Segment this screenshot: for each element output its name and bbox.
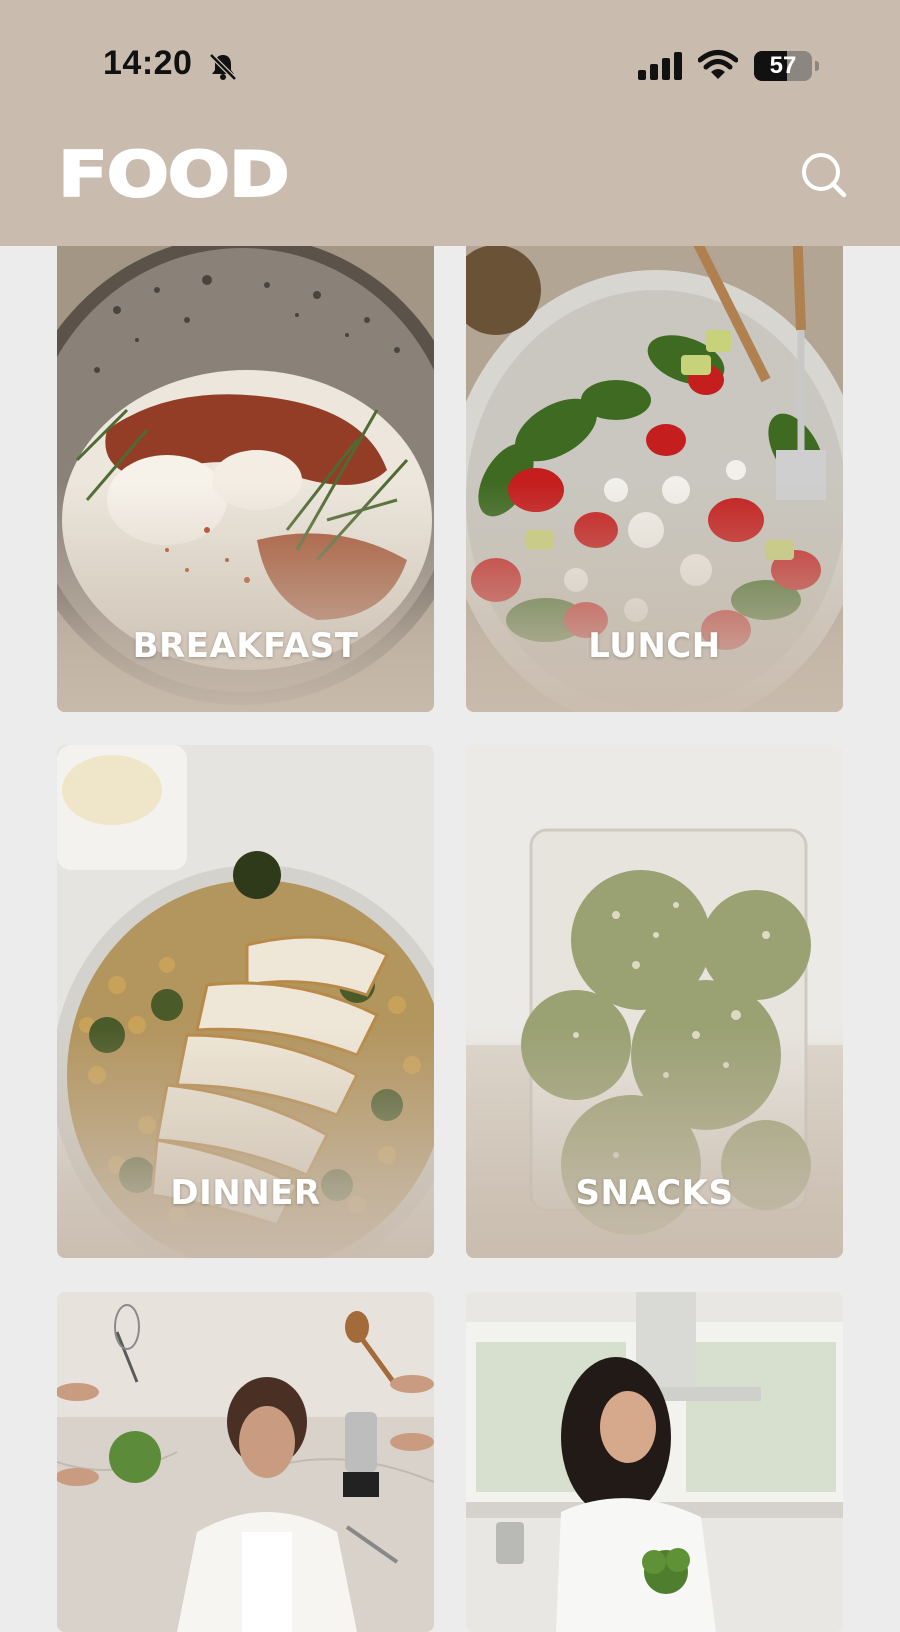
search-icon[interactable] — [800, 151, 848, 199]
label-gradient — [57, 1027, 434, 1258]
woman-with-broccoli-photo — [466, 1292, 843, 1632]
battery-percent: 57 — [769, 52, 797, 79]
bell-slash-icon — [209, 53, 237, 81]
app-header: 14:20 57 FOOD — [0, 0, 900, 246]
cellular-signal-icon — [638, 52, 682, 80]
category-card-dinner[interactable]: DINNER — [57, 745, 434, 1258]
woman-cooking-photo — [57, 1292, 434, 1632]
category-card-lifestyle-kitchen[interactable] — [466, 1292, 843, 1632]
category-card-breakfast[interactable]: BREAKFAST — [57, 200, 434, 712]
battery-icon: 57 — [754, 51, 819, 81]
label-gradient — [57, 481, 434, 712]
category-label: SNACKS — [575, 1173, 734, 1213]
category-card-lunch[interactable]: LUNCH — [466, 200, 843, 712]
app-logo: FOOD — [57, 137, 291, 212]
category-label: BREAKFAST — [132, 626, 359, 666]
category-card-snacks[interactable]: SNACKS — [466, 745, 843, 1258]
wifi-icon — [698, 50, 738, 79]
label-gradient — [466, 481, 843, 712]
label-gradient — [466, 1027, 843, 1258]
category-label: DINNER — [170, 1173, 321, 1213]
category-label: LUNCH — [588, 626, 721, 666]
category-card-lifestyle-cooking[interactable] — [57, 1292, 434, 1632]
status-time: 14:20 — [103, 44, 193, 82]
